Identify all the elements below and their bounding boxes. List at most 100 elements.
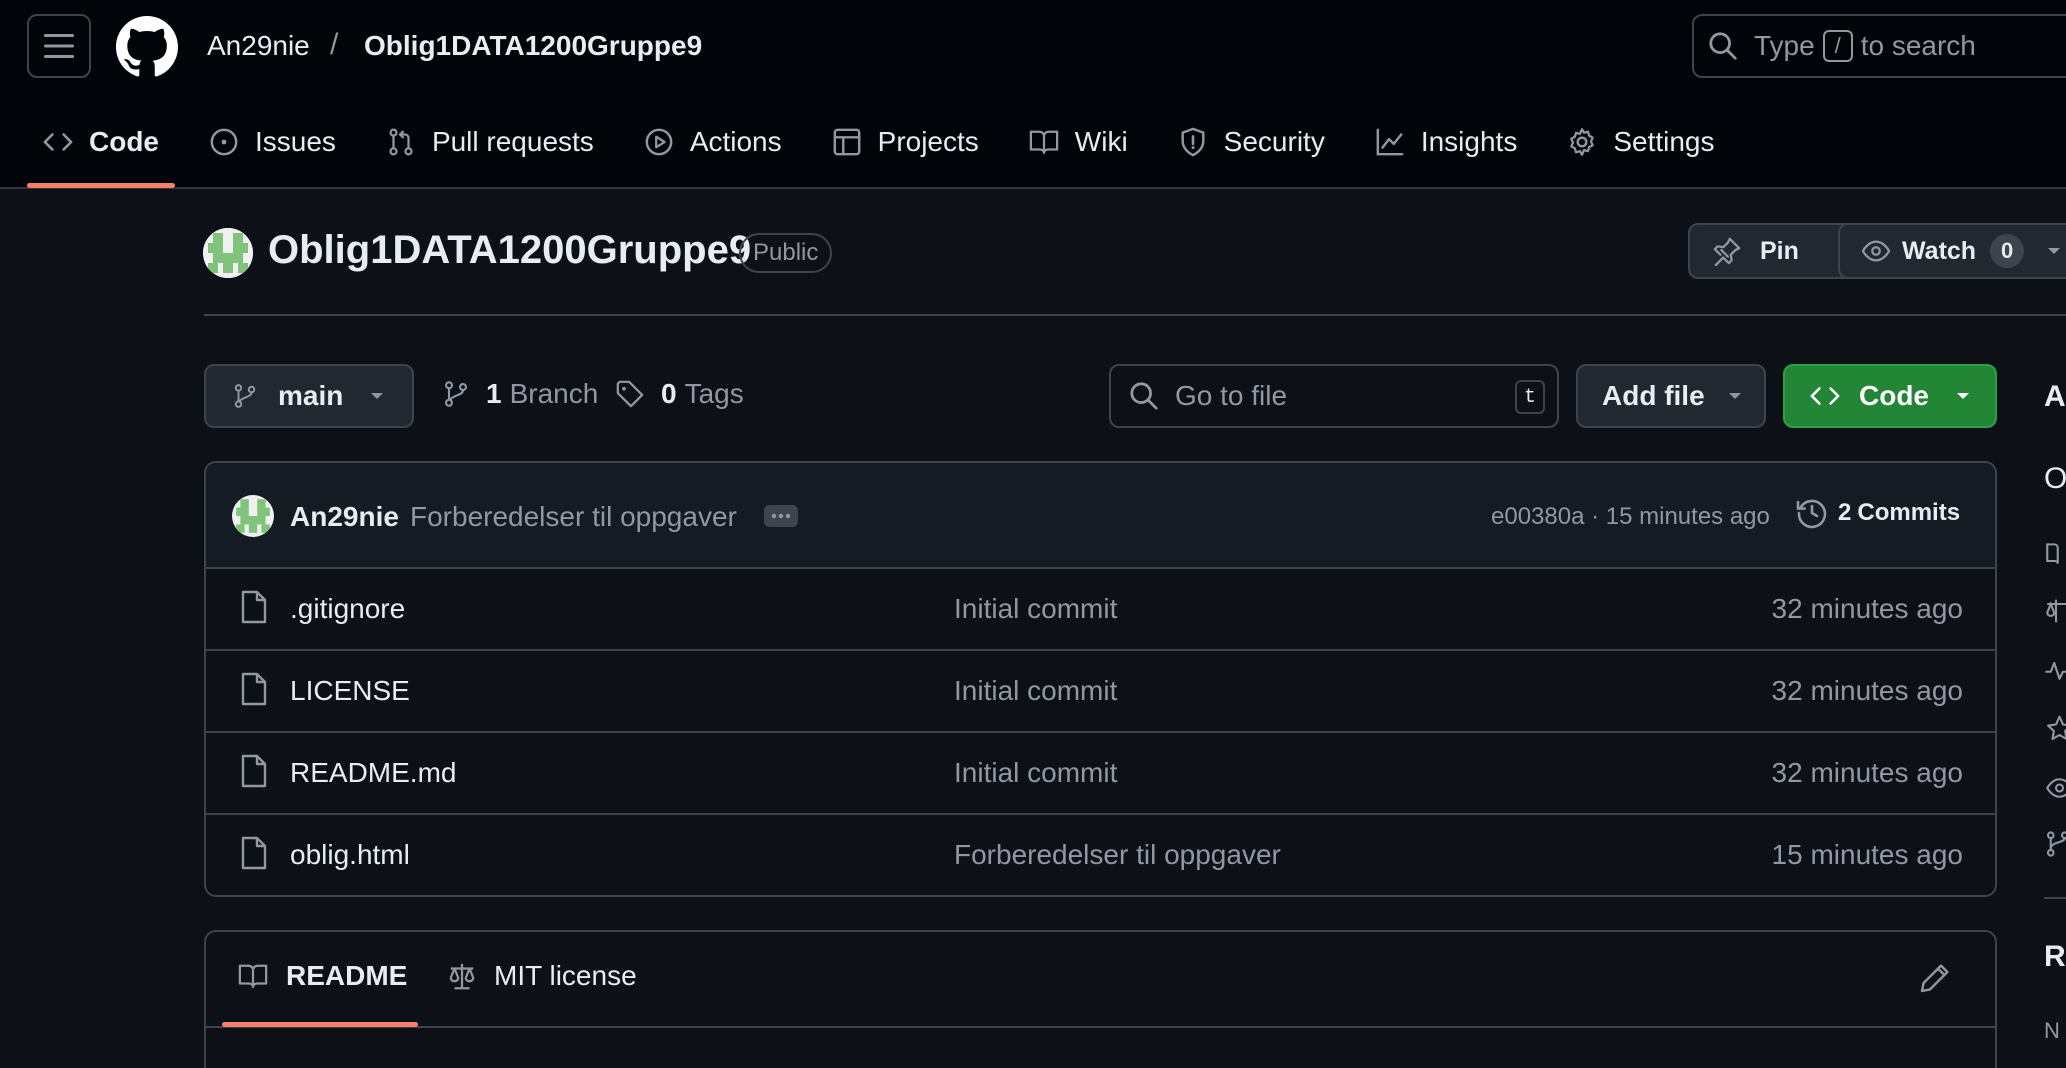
table-row[interactable]: .gitignore Initial commit 32 minutes ago xyxy=(206,569,1995,651)
tab-label: Actions xyxy=(689,126,782,157)
eye-icon[interactable] xyxy=(2044,774,2066,802)
search-icon xyxy=(1709,32,1737,60)
releases-heading: R xyxy=(2044,940,2066,973)
search-prefix: Type xyxy=(1754,30,1815,61)
table-row[interactable]: LICENSE Initial commit 32 minutes ago xyxy=(206,651,1995,733)
watch-button[interactable]: Watch 0 xyxy=(1838,223,2066,279)
file-name[interactable]: LICENSE xyxy=(290,675,410,707)
tab-label: Insights xyxy=(1420,126,1518,157)
commits-history-link[interactable]: 2 Commits xyxy=(1796,497,1960,529)
about-heading: A xyxy=(2044,380,2066,413)
chevron-down-icon xyxy=(1957,393,1969,399)
latest-commit-bar: An29nie Forberedelser til oppgaver e0038… xyxy=(206,463,1995,569)
chevron-down-icon xyxy=(371,393,384,399)
tag-icon xyxy=(616,380,644,408)
tab-issues[interactable]: Issues xyxy=(193,110,352,174)
repo-header-divider xyxy=(204,314,2066,316)
tab-code[interactable]: Code xyxy=(27,110,175,188)
file-commit-time: 32 minutes ago xyxy=(1771,675,1963,706)
active-tab-underline xyxy=(222,1022,418,1027)
chevron-down-icon xyxy=(2048,248,2061,254)
edit-readme-button[interactable] xyxy=(1919,962,1951,994)
add-file-button[interactable]: Add file xyxy=(1576,364,1766,428)
tab-readme[interactable]: README xyxy=(236,960,407,992)
pull-request-icon xyxy=(389,128,413,156)
breadcrumb-separator: / xyxy=(330,28,339,61)
code-dropdown-button[interactable]: Code xyxy=(1783,364,1997,428)
commit-sha-time[interactable]: e00380a · 15 minutes ago xyxy=(1491,503,1770,531)
table-icon xyxy=(833,128,861,156)
file-commit-time: 32 minutes ago xyxy=(1771,593,1963,624)
pulse-icon[interactable] xyxy=(2044,656,2066,684)
graph-icon xyxy=(1376,128,1404,156)
add-file-label: Add file xyxy=(1602,380,1705,411)
repo-nav-tabs: Code Issues Pull requests Actions Projec… xyxy=(27,110,1749,188)
branch-count: 1 xyxy=(486,378,502,409)
history-icon xyxy=(1796,499,1827,529)
go-to-file-placeholder: Go to file xyxy=(1175,380,1288,411)
search-shortcut-key: / xyxy=(1822,30,1853,62)
github-logo-icon[interactable] xyxy=(116,16,178,78)
go-to-file-shortcut: t xyxy=(1515,380,1545,414)
table-row[interactable]: README.md Initial commit 32 minutes ago xyxy=(206,733,1995,815)
watch-count: 0 xyxy=(1990,234,2025,268)
identicon-icon xyxy=(203,228,253,278)
releases-note: N xyxy=(2044,1018,2060,1043)
star-icon[interactable] xyxy=(2044,714,2066,742)
identicon-icon xyxy=(232,495,274,537)
commit-author-avatar[interactable] xyxy=(232,495,274,537)
file-commit-message[interactable]: Initial commit xyxy=(954,675,1117,707)
eye-icon xyxy=(1861,240,1891,262)
tab-label: Pull requests xyxy=(431,126,594,157)
tags-link[interactable]: 0 Tags xyxy=(615,378,744,410)
play-icon xyxy=(645,128,673,156)
file-commit-message[interactable]: Initial commit xyxy=(954,593,1117,625)
chevron-down-icon xyxy=(1728,393,1741,399)
issue-icon xyxy=(210,128,238,156)
expand-commit-button[interactable] xyxy=(764,505,798,527)
readme-link-icon[interactable] xyxy=(2044,540,2066,568)
ellipsis-icon xyxy=(771,513,791,519)
pencil-icon xyxy=(1920,964,1949,993)
global-header: An29nie / Oblig1DATA1200Gruppe9 Type / t… xyxy=(0,0,2066,189)
branch-icon xyxy=(234,384,256,408)
tab-insights[interactable]: Insights xyxy=(1359,110,1534,174)
repo-title[interactable]: Oblig1DATA1200Gruppe9 xyxy=(268,228,751,273)
file-name[interactable]: README.md xyxy=(290,757,456,789)
search-icon xyxy=(1130,382,1158,410)
go-to-file-input[interactable]: Go to file t xyxy=(1109,364,1559,428)
gear-icon xyxy=(1570,128,1595,156)
tab-label: Code xyxy=(89,126,159,157)
tab-actions[interactable]: Actions xyxy=(628,110,798,174)
breadcrumb-repo[interactable]: Oblig1DATA1200Gruppe9 xyxy=(364,30,702,62)
table-row[interactable]: oblig.html Forberedelser til oppgaver 15… xyxy=(206,815,1995,895)
shield-icon xyxy=(1181,127,1205,157)
file-commit-message[interactable]: Initial commit xyxy=(954,757,1117,789)
fork-icon[interactable] xyxy=(2044,830,2066,858)
menu-button[interactable] xyxy=(27,14,91,78)
breadcrumb-owner[interactable]: An29nie xyxy=(207,30,310,62)
branches-link[interactable]: 1 Branch xyxy=(442,378,598,410)
visibility-badge: Public xyxy=(739,233,833,273)
commit-author[interactable]: An29nie xyxy=(290,501,399,533)
tab-license[interactable]: MIT license xyxy=(446,960,637,992)
repo-owner-avatar[interactable] xyxy=(203,228,253,278)
law-icon[interactable] xyxy=(2044,597,2066,625)
commit-message[interactable]: Forberedelser til oppgaver xyxy=(410,501,737,533)
file-commit-message[interactable]: Forberedelser til oppgaver xyxy=(954,839,1281,871)
tab-security[interactable]: Security xyxy=(1162,110,1341,174)
tab-pull-requests[interactable]: Pull requests xyxy=(370,110,610,174)
branch-count-label: Branch xyxy=(509,378,599,409)
tab-projects[interactable]: Projects xyxy=(816,110,995,174)
tab-settings[interactable]: Settings xyxy=(1551,110,1730,174)
tab-wiki[interactable]: Wiki xyxy=(1013,110,1144,174)
file-icon xyxy=(241,836,267,870)
watch-label: Watch xyxy=(1902,236,1977,265)
book-icon xyxy=(1029,130,1059,154)
global-search-input[interactable]: Type / to search xyxy=(1692,14,2066,78)
pin-button[interactable]: Pin xyxy=(1688,223,1858,279)
code-icon xyxy=(43,133,73,151)
branch-select-button[interactable]: main xyxy=(204,364,414,428)
file-name[interactable]: .gitignore xyxy=(290,593,405,625)
file-name[interactable]: oblig.html xyxy=(290,839,410,871)
